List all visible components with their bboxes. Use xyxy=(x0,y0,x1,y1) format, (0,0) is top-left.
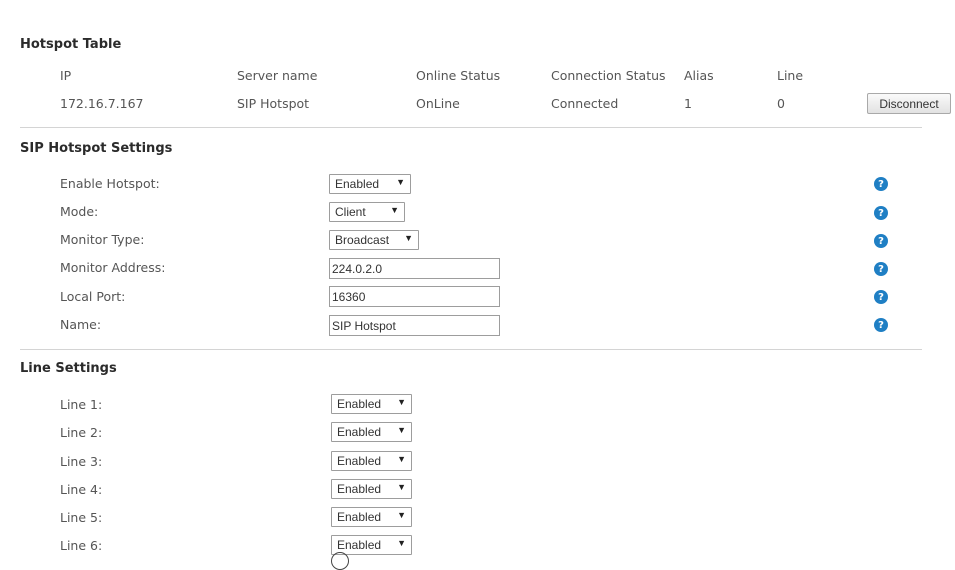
line-4-select[interactable]: Enabled ▼ xyxy=(331,479,412,499)
chevron-down-icon: ▼ xyxy=(390,205,399,215)
line-1-select[interactable]: Enabled ▼ xyxy=(331,394,412,414)
chevron-down-icon: ▼ xyxy=(397,454,406,464)
monitor-type-select[interactable]: Broadcast ▼ xyxy=(329,230,419,250)
cell-alias: 1 xyxy=(684,96,692,111)
chevron-down-icon: ▼ xyxy=(397,425,406,435)
chevron-down-icon: ▼ xyxy=(396,177,405,187)
enable-hotspot-select[interactable]: Enabled ▼ xyxy=(329,174,411,194)
select-value: Client xyxy=(335,205,366,219)
sip-hotspot-settings-title: SIP Hotspot Settings xyxy=(20,141,173,156)
cursor-icon xyxy=(331,552,349,570)
chevron-down-icon: ▼ xyxy=(397,482,406,492)
chevron-down-icon: ▼ xyxy=(397,397,406,407)
line-2-label: Line 2: xyxy=(60,425,103,440)
cell-connection-status: Connected xyxy=(551,96,619,111)
line-settings-title: Line Settings xyxy=(20,361,117,376)
cell-online-status: OnLine xyxy=(416,96,460,111)
line-5-select[interactable]: Enabled ▼ xyxy=(331,507,412,527)
select-value: Enabled xyxy=(337,454,382,468)
chevron-down-icon: ▼ xyxy=(397,538,406,548)
column-header-line: Line xyxy=(777,68,804,83)
chevron-down-icon: ▼ xyxy=(397,510,406,520)
chevron-down-icon: ▼ xyxy=(404,233,413,243)
question-circle-icon[interactable]: ? xyxy=(874,262,888,276)
line-3-select[interactable]: Enabled ▼ xyxy=(331,451,412,471)
line-6-label: Line 6: xyxy=(60,538,103,553)
line-5-label: Line 5: xyxy=(60,510,103,525)
question-circle-icon[interactable]: ? xyxy=(874,177,888,191)
question-circle-icon[interactable]: ? xyxy=(874,318,888,332)
enable-hotspot-label: Enable Hotspot: xyxy=(60,176,160,191)
disconnect-button[interactable]: Disconnect xyxy=(867,93,951,114)
select-value: Enabled xyxy=(337,538,382,552)
cell-ip: 172.16.7.167 xyxy=(60,96,144,111)
line-4-label: Line 4: xyxy=(60,482,103,497)
column-header-ip: IP xyxy=(60,68,72,83)
question-circle-icon[interactable]: ? xyxy=(874,206,888,220)
section-divider xyxy=(20,349,922,350)
line-3-label: Line 3: xyxy=(60,454,103,469)
mode-label: Mode: xyxy=(60,204,99,219)
cell-server-name: SIP Hotspot xyxy=(237,96,310,111)
select-value: Enabled xyxy=(337,425,382,439)
cell-line: 0 xyxy=(777,96,785,111)
name-input[interactable] xyxy=(329,315,500,336)
line-2-select[interactable]: Enabled ▼ xyxy=(331,422,412,442)
question-circle-icon[interactable]: ? xyxy=(874,290,888,304)
select-value: Enabled xyxy=(337,482,382,496)
local-port-label: Local Port: xyxy=(60,289,126,304)
monitor-type-label: Monitor Type: xyxy=(60,232,145,247)
mode-select[interactable]: Client ▼ xyxy=(329,202,405,222)
column-header-server-name: Server name xyxy=(237,68,318,83)
column-header-connection-status: Connection Status xyxy=(551,68,666,83)
monitor-address-label: Monitor Address: xyxy=(60,260,166,275)
question-circle-icon[interactable]: ? xyxy=(874,234,888,248)
monitor-address-input[interactable] xyxy=(329,258,500,279)
name-label: Name: xyxy=(60,317,102,332)
select-value: Broadcast xyxy=(335,233,390,247)
select-value: Enabled xyxy=(335,177,380,191)
select-value: Enabled xyxy=(337,510,382,524)
line-1-label: Line 1: xyxy=(60,397,103,412)
section-divider xyxy=(20,127,922,128)
select-value: Enabled xyxy=(337,397,382,411)
hotspot-table-title: Hotspot Table xyxy=(20,37,122,52)
column-header-online-status: Online Status xyxy=(416,68,501,83)
local-port-input[interactable] xyxy=(329,286,500,307)
column-header-alias: Alias xyxy=(684,68,714,83)
